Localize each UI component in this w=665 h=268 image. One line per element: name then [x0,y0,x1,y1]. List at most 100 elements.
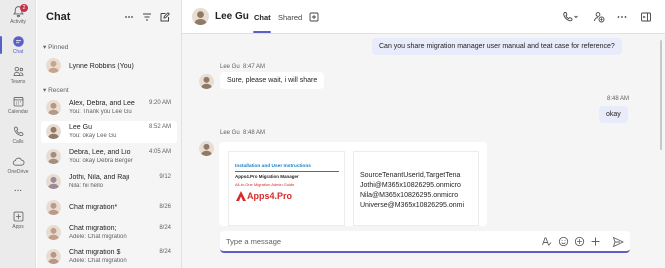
message-author: Lee Gu [220,64,240,70]
chat-preview: You: okay Debra Berger [69,158,133,164]
add-people-icon[interactable] [593,11,605,23]
doc-subtitle: Apps4.Pro Migration Manager [235,174,299,179]
message-meta: Lee Gu 8:47 AM [220,64,265,70]
avatar [46,124,61,139]
teams-icon [13,66,23,76]
list-item[interactable]: Chat migration $ Adele: Chat migration 8… [41,246,177,268]
message-bubble-other[interactable]: Sure, please wait, i will share [220,72,325,89]
rail-activity[interactable]: 2 Activity [0,2,36,30]
chat-pane: Lee Gu Chat Shared Can you share migrati… [182,0,665,268]
avatar[interactable] [199,141,214,156]
avatar [46,58,61,73]
chat-time: 8/26 [159,204,171,210]
calendar-icon [13,97,23,107]
document-thumbnail[interactable]: Installation and User Instructions Apps4… [228,151,345,226]
format-icon[interactable] [541,236,552,247]
message-composer [220,231,630,253]
rail-teams[interactable]: Teams [0,62,36,90]
message-time: 8:48 AM [243,130,266,136]
message-bubble-me[interactable]: Can you share migration manager user man… [372,38,622,55]
chat-time: 9/12 [159,174,171,180]
filter-icon[interactable] [142,11,152,23]
rail-label: Calendar [7,109,29,115]
csv-line: SourceTenantUserId,TargetTena [360,172,461,179]
rail-more[interactable]: ... [0,182,36,196]
list-item[interactable]: Alex, Debra, and Lee You: Thank you Lee … [41,97,177,119]
message-list: Can you share migration manager user man… [182,34,665,226]
avatar [46,100,61,115]
list-item[interactable]: Chat migration; Adele: Chat migration 8/… [41,222,177,244]
chat-list-title: Chat [46,11,71,23]
avatar [46,225,61,240]
chat-name: Lynne Robbins (You) [69,63,134,70]
chat-time: 9:20 AM [148,100,171,106]
tab-shared[interactable]: Shared [278,13,302,22]
list-item[interactable]: Lee Gu You: okay Lee Gu 8:52 AM [41,121,177,143]
message-time: 8:48 AM [607,96,630,102]
scrollbar[interactable] [660,40,662,150]
pinned-label: Pinned [48,44,69,51]
emoji-icon[interactable] [558,236,569,247]
rail-calls[interactable]: Calls [0,122,36,150]
avatar[interactable] [192,8,209,25]
avatar[interactable] [199,74,214,89]
message-time: 8:47 AM [243,64,266,70]
attach-icon[interactable] [590,236,601,247]
doc-title: Installation and User Instructions [235,164,311,169]
chat-name: Chat migration* [69,204,118,211]
chat-name: Alex, Debra, and Lee [69,100,135,107]
doc-divider [235,171,339,172]
apps4pro-logo: Apps4.Pro [235,190,292,204]
list-item[interactable]: Jothi, Nila, and Raji Nila: hii hello 9/… [41,171,177,193]
list-item[interactable]: Debra, Lee, and Lio You: okay Debra Berg… [41,146,177,168]
more-options-icon[interactable] [124,11,134,23]
add-tab-icon[interactable] [309,12,321,24]
rail-label: Teams [10,79,26,85]
rail-calendar[interactable]: Calendar [0,92,36,120]
recent-section-header[interactable]: ▾ Recent [43,86,69,94]
chat-time: 8:52 AM [148,124,171,130]
logo-mark-icon [236,191,246,201]
rail-label: Chat [12,49,24,55]
chat-header: Lee Gu Chat Shared [182,0,665,34]
message-bubble-me[interactable]: okay [599,106,628,123]
more-icon: ... [13,183,23,194]
attachment-card: Installation and User Instructions Apps4… [219,142,487,226]
rail-apps[interactable]: Apps [0,207,36,235]
pop-out-icon[interactable] [640,11,652,23]
avatar [46,149,61,164]
chat-preview: Adele: Chat migration [69,234,127,240]
chat-partner-name: Lee Gu [215,11,249,22]
avatar [46,200,61,215]
chat-time: 4:05 AM [148,149,171,155]
apps-icon [13,211,23,222]
call-icon[interactable] [562,11,578,23]
message-input[interactable] [226,235,526,248]
rail-label: Activity [10,19,26,25]
avatar [46,174,61,189]
csv-thumbnail[interactable]: SourceTenantUserId,TargetTena Jothi@M365… [353,151,479,226]
sticker-icon[interactable] [574,236,585,247]
csv-line: Universe@M365x10826295.onmi [360,202,464,209]
app-rail: 2 Activity Chat Teams Calendar Calls One… [0,0,36,268]
rail-onedrive[interactable]: OneDrive [0,152,36,180]
send-icon[interactable] [612,236,625,248]
cloud-icon [12,157,24,166]
list-item[interactable]: Chat migration* 8/26 [41,197,177,219]
pinned-section-header[interactable]: ▾ Pinned [43,43,68,51]
list-item[interactable]: Lynne Robbins (You) [41,55,177,77]
logo-text: Apps4.Pro [247,191,293,201]
message-author: Lee Gu [220,130,240,136]
recent-label: Recent [48,87,69,94]
new-chat-icon[interactable] [159,11,170,23]
rail-label: Calls [12,139,24,145]
chat-list-pane: Chat ▾ Pinned Lynne Robbins (You) ▾ Rece… [37,0,182,268]
more-options-icon[interactable] [616,11,628,23]
rail-label: OneDrive [7,169,29,175]
chat-name: Chat migration; [69,225,117,232]
chat-name: Chat migration $ [69,249,121,256]
avatar [46,249,61,264]
phone-icon [13,126,23,137]
tab-chat[interactable]: Chat [254,13,271,22]
rail-chat[interactable]: Chat [0,32,36,60]
